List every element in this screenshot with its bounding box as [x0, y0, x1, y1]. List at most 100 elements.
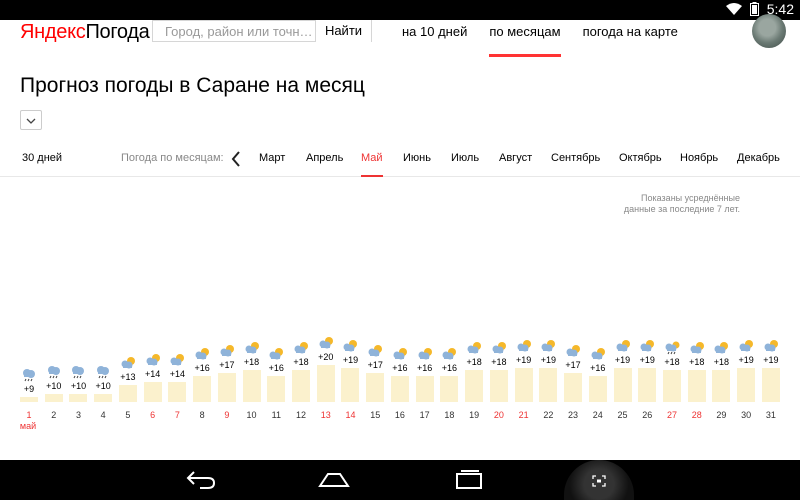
- temperature-bar[interactable]: [662, 370, 681, 402]
- search-input[interactable]: [153, 21, 330, 41]
- tab-month-7[interactable]: Сентябрь: [551, 152, 600, 164]
- temperature-bar[interactable]: [489, 370, 508, 402]
- location-dropdown[interactable]: [20, 110, 42, 130]
- temperature-bar[interactable]: [341, 367, 360, 402]
- day-label: 9: [224, 410, 230, 420]
- temperature-bar[interactable]: [761, 367, 780, 402]
- day-label: 19: [469, 410, 480, 420]
- tab-30-days[interactable]: 30 дней: [22, 152, 62, 164]
- nav-by-months[interactable]: по месяцам: [489, 20, 561, 57]
- temperature-bar[interactable]: [217, 373, 236, 402]
- tab-month-4[interactable]: Июнь: [403, 152, 431, 164]
- top-navigation: на 10 дней по месяцам погода на карте: [402, 20, 678, 57]
- back-icon[interactable]: [186, 468, 216, 495]
- temperature-bar[interactable]: [69, 393, 88, 402]
- temperature-bar[interactable]: [415, 376, 434, 402]
- temperature-bar[interactable]: [440, 376, 459, 402]
- temperature-bar[interactable]: [737, 367, 756, 402]
- temperature-bar[interactable]: [465, 370, 484, 402]
- temperature-bar[interactable]: [44, 393, 63, 402]
- recent-apps-icon[interactable]: [454, 468, 484, 495]
- yandex-weather-logo[interactable]: ЯндексПогода: [20, 20, 150, 44]
- temperature-bar[interactable]: [118, 384, 137, 402]
- monthly-temperature-chart: +9 1 +10 2 +10 3 +10 4 +13 5 +14 6 +14 7 +16 8 +17 9 +18 10…: [0, 280, 800, 460]
- day-label: 21: [518, 410, 529, 420]
- rain-icon: [92, 365, 114, 379]
- partly-cloudy-icon: [166, 353, 188, 367]
- tab-month-8[interactable]: Октябрь: [619, 152, 662, 164]
- day-label: 11: [271, 410, 281, 420]
- tab-month-3[interactable]: Май: [361, 152, 383, 177]
- search-button[interactable]: Найти: [315, 20, 371, 42]
- temperature-bar[interactable]: [193, 376, 212, 402]
- nav-10-days[interactable]: на 10 дней: [402, 20, 467, 57]
- temperature-label: +16: [590, 363, 606, 374]
- temperature-bar[interactable]: [564, 373, 583, 402]
- day-label: 6: [150, 410, 156, 420]
- chevron-left-icon[interactable]: [229, 151, 243, 167]
- android-nav-bar: [0, 460, 800, 500]
- rain-sun-icon: [661, 341, 683, 355]
- temperature-bar[interactable]: [366, 373, 385, 402]
- day-label: 7: [174, 410, 180, 420]
- rain-icon: [43, 365, 65, 379]
- temperature-label: +19: [763, 354, 779, 365]
- day-label: 20: [493, 410, 504, 420]
- partly-cloudy-icon: [216, 344, 238, 358]
- temperature-bar[interactable]: [514, 367, 533, 402]
- note-line-1: Показаны усреднённые: [641, 193, 740, 203]
- partly-cloudy-icon: [290, 341, 312, 355]
- tab-month-2[interactable]: Апрель: [306, 152, 343, 164]
- page-title: Прогноз погоды в Саране на месяц: [20, 74, 365, 97]
- temperature-bar[interactable]: [292, 370, 311, 402]
- tab-month-1[interactable]: Март: [259, 152, 285, 164]
- temperature-bar[interactable]: [242, 370, 261, 402]
- temperature-bar[interactable]: [316, 364, 335, 402]
- day-label: 8: [199, 410, 205, 420]
- tab-month-10[interactable]: Декабрь: [737, 152, 780, 164]
- temperature-bar[interactable]: [712, 370, 731, 402]
- temperature-bar[interactable]: [638, 367, 657, 402]
- temperature-bar[interactable]: [687, 370, 706, 402]
- temperature-bar[interactable]: [613, 367, 632, 402]
- partly-cloudy-icon: [364, 344, 386, 358]
- temperature-bar[interactable]: [94, 393, 113, 402]
- day-label: 2: [51, 410, 57, 420]
- partly-cloudy-icon: [488, 341, 510, 355]
- day-label: 14: [345, 410, 356, 420]
- day-label: 16: [394, 410, 405, 420]
- partly-cloudy-icon: [142, 353, 164, 367]
- screenshot-icon: [592, 474, 606, 492]
- day-label: 3: [75, 410, 81, 420]
- partly-cloudy-icon: [537, 339, 559, 353]
- averaged-data-note: Показаны усреднённые данные за последние…: [600, 193, 740, 215]
- temperature-bar[interactable]: [20, 396, 38, 402]
- partly-cloudy-icon: [389, 347, 411, 361]
- tab-month-5[interactable]: Июль: [451, 152, 479, 164]
- temperature-bar[interactable]: [390, 376, 409, 402]
- temperature-bar[interactable]: [267, 376, 286, 402]
- day-label: 30: [741, 410, 752, 420]
- nav-weather-map[interactable]: погода на карте: [583, 20, 678, 57]
- logo-yandex: Яндекс: [20, 21, 86, 43]
- partly-cloudy-icon: [241, 341, 263, 355]
- screenshot-button[interactable]: [564, 460, 634, 500]
- tab-month-6[interactable]: Август: [499, 152, 532, 164]
- temperature-bar[interactable]: [143, 382, 162, 402]
- user-avatar[interactable]: [752, 14, 786, 48]
- temperature-bar[interactable]: [539, 367, 558, 402]
- partly-cloudy-icon: [117, 356, 139, 370]
- day-label: 17: [419, 410, 430, 420]
- temperature-bar[interactable]: [168, 382, 187, 402]
- site-header: ЯндексПогода Найти на 10 дней по месяцам…: [0, 20, 800, 60]
- home-icon[interactable]: [318, 468, 350, 495]
- search-box: Найти: [152, 20, 372, 42]
- rain-icon: [18, 368, 40, 382]
- partly-cloudy-icon: [414, 347, 436, 361]
- temperature-bar[interactable]: [588, 376, 607, 402]
- partly-cloudy-icon: [587, 347, 609, 361]
- partly-cloudy-icon: [315, 336, 337, 350]
- tab-month-9[interactable]: Ноябрь: [680, 152, 718, 164]
- partly-cloudy-icon: [438, 347, 460, 361]
- day-label: 1: [26, 410, 32, 420]
